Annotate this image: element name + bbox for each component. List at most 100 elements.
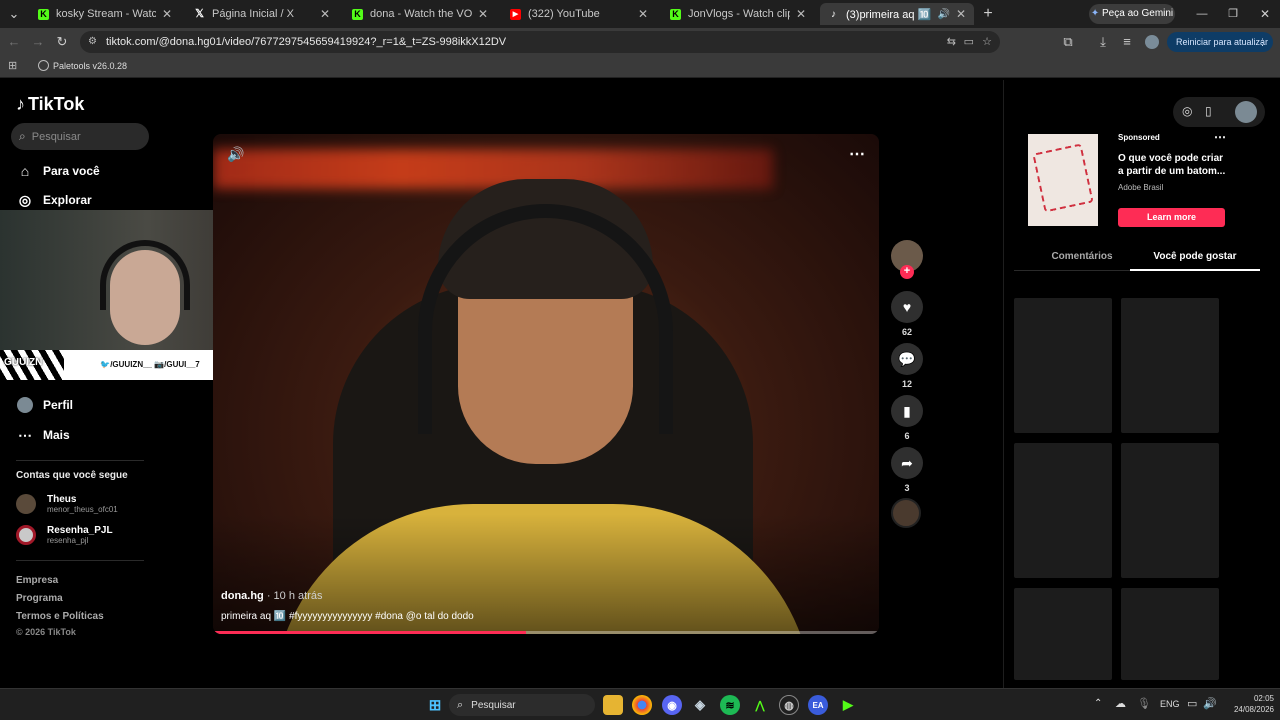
chrome-icon[interactable] [632,695,652,715]
following-item-theus[interactable]: Theus menor_theus_ofc01 [16,494,118,514]
bookmarks-bar: ⊞ Paletools v26.0.28 [0,56,1280,78]
language-indicator[interactable]: ENG [1160,699,1180,709]
taskbar-search-label: Pesquisar [471,699,516,711]
recommended-video-tile[interactable] [1014,443,1112,578]
speaker-icon[interactable]: 🔊 [937,9,949,20]
clock[interactable]: 02:05 24/08/2026 [1224,693,1274,715]
chevron-up-icon[interactable]: ⌃ [1094,698,1102,709]
music-disc-avatar[interactable] [891,498,921,528]
forward-icon[interactable]: → [28,28,48,56]
tiktok-icon: ♪ [831,8,836,20]
footer-link-empresa[interactable]: Empresa [16,575,58,586]
compass-icon[interactable]: ◎ [1182,104,1192,118]
kick-icon: K [38,8,49,20]
translate-icon[interactable]: ⇆ [947,31,956,53]
extensions-icon[interactable]: ⧉ [1058,28,1078,56]
microphone-icon[interactable]: 🎙 [1137,697,1151,710]
cloud-icon[interactable]: ☁ [1115,697,1126,710]
close-icon[interactable]: ✕ [796,7,806,21]
tab-jonvlogs[interactable]: K JonVlogs - Watch clips on Kick ✕ [662,3,814,25]
nav-perfil[interactable]: Perfil [16,396,73,414]
close-icon[interactable]: ✕ [638,7,648,21]
url-text: tiktok.com/@dona.hg01/video/767729754565… [106,36,507,48]
tab-title: (3)primeira aq 🔟 #fyyyyy [846,8,932,21]
site-info-icon[interactable]: ⚙ [88,31,97,53]
footer-link-programa[interactable]: Programa [16,593,63,604]
tab-search-icon[interactable]: ⌄ [4,0,24,28]
comment-button[interactable]: 💬 [891,343,923,375]
search-input[interactable]: ⌕ Pesquisar [11,123,149,150]
tab-dona-vod[interactable]: K dona - Watch the VOD on Kick ✕ [344,3,496,25]
nav-label: Mais [43,428,70,442]
follow-button[interactable]: + [900,265,914,279]
cast-icon[interactable]: ▭ [964,31,974,53]
ad-more-icon[interactable]: ⋯ [1214,130,1226,144]
more-options-icon[interactable]: ⋯ [849,144,865,164]
kick-icon[interactable]: ▶ [838,695,858,715]
following-item-resenha[interactable]: Resenha_PJL resenha_pjl [16,525,113,545]
close-window-icon[interactable]: ✕ [1255,0,1275,28]
bookmark-paletools[interactable]: Paletools v26.0.28 [38,60,127,71]
steam-icon[interactable]: ◈ [690,695,710,715]
tiktok-logo-icon: ♪ [16,94,25,114]
ea-icon[interactable]: EA [808,695,828,715]
recommended-video-tile[interactable] [1014,298,1112,433]
address-bar[interactable]: ⚙ tiktok.com/@dona.hg01/video/7677297545… [80,31,1000,53]
recommended-video-tile[interactable] [1121,443,1219,578]
taskbar-search[interactable]: ⌕ Pesquisar [449,694,595,716]
tab-kosky[interactable]: K kosky Stream - Watch Live on K ✕ [30,3,180,25]
update-button[interactable]: Reiniciar para atualizar ⋮ [1167,32,1273,52]
spotify-icon[interactable]: ≋ [720,695,740,715]
tab-youtube[interactable]: ▶ (322) YouTube ✕ [502,3,656,25]
share-button[interactable]: ➦ [891,447,923,479]
divider [16,560,144,561]
ad-title[interactable]: O que você pode criar a partir de um bat… [1118,152,1230,178]
search-icon: ⌕ [457,698,464,711]
display-icon[interactable]: ▭ [1187,697,1197,710]
avatar[interactable] [1235,101,1257,123]
close-icon[interactable]: ✕ [320,7,330,21]
new-tab-button[interactable]: + [978,0,998,28]
learn-more-button[interactable]: Learn more [1118,208,1225,227]
video-progress-bar[interactable] [213,631,879,634]
video-player[interactable]: 🔊 ⋯ dona.hg · 10 h atrás primeira aq 🔟 #… [213,134,879,634]
tab-tiktok[interactable]: ♪ (3)primeira aq 🔟 #fyyyyy 🔊 ✕ [820,3,974,25]
device-icon[interactable]: ▯ [1205,104,1212,118]
discord-icon[interactable]: ◉ [662,695,682,715]
save-button[interactable]: ▮ [891,395,923,427]
ad-thumbnail[interactable] [1028,134,1098,226]
tiktok-logo[interactable]: ♪ TikTok [16,94,84,115]
x-icon: 𝕏 [195,7,204,20]
footer-link-termos[interactable]: Termos e Políticas [16,611,104,622]
profile-avatar[interactable] [1145,35,1159,49]
minimize-icon[interactable]: — [1192,0,1212,28]
close-icon[interactable]: ✕ [478,7,488,21]
volume-icon[interactable]: 🔊 [1203,697,1217,710]
video-author[interactable]: dona.hg [221,590,264,602]
tab-x[interactable]: 𝕏 Página Inicial / X ✕ [186,3,338,25]
close-icon[interactable]: ✕ [956,7,966,21]
playlist-icon[interactable]: ≡ [1117,28,1137,56]
apps-grid-icon[interactable]: ⊞ [8,59,17,72]
nav-explorar[interactable]: ◎ Explorar [16,191,92,209]
download-icon[interactable]: ⤓ [1093,28,1113,56]
close-icon[interactable]: ✕ [162,7,172,21]
file-explorer-icon[interactable] [603,695,623,715]
reload-icon[interactable]: ↻ [52,28,72,56]
gemini-button[interactable]: ✦ Peça ao Gemini [1089,4,1175,24]
recommended-video-tile[interactable] [1121,588,1219,680]
restore-icon[interactable]: ❐ [1223,0,1243,28]
recommended-video-tile[interactable] [1121,298,1219,433]
back-icon[interactable]: ← [4,28,24,56]
bookmark-star-icon[interactable]: ☆ [982,31,992,53]
obs-icon[interactable]: ◍ [779,695,799,715]
like-button[interactable]: ♥ [891,291,923,323]
nav-mais[interactable]: ⋯ Mais [16,426,70,444]
volume-icon[interactable]: 🔊 [227,146,244,163]
recommended-video-tile[interactable] [1014,588,1112,680]
tab-voce-pode-gostar[interactable]: Você pode gostar [1130,247,1260,271]
app-icon[interactable]: ⋀ [750,695,770,715]
video-meta: dona.hg · 10 h atrás [221,590,322,602]
windows-start-icon[interactable]: ⊞ [425,695,445,715]
nav-para-voce[interactable]: ⌂ Para você [16,162,100,180]
